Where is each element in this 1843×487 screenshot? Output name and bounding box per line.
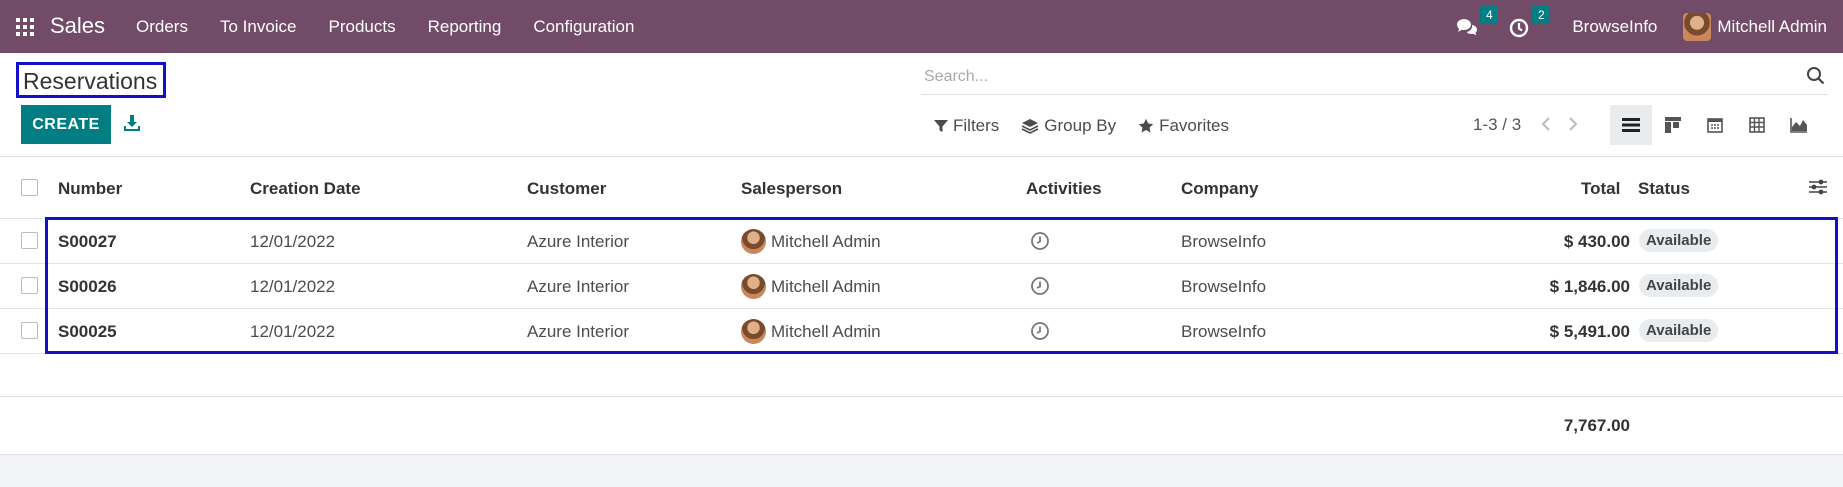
row-company: BrowseInfo — [1181, 232, 1267, 251]
apps-grid-icon[interactable] — [16, 18, 34, 36]
row-total: $ 5,491.00 — [1549, 322, 1630, 341]
row-checkbox[interactable] — [21, 322, 38, 339]
group-by-label: Group By — [1044, 116, 1117, 135]
salesperson-avatar — [741, 319, 766, 344]
row-number: S00025 — [58, 322, 117, 341]
view-switcher — [1610, 105, 1820, 145]
row-total: $ 430.00 — [1563, 232, 1630, 251]
status-badge: Available — [1639, 274, 1719, 297]
column-activities[interactable]: Activities — [1026, 179, 1102, 199]
activity-clock-icon[interactable] — [1030, 276, 1050, 296]
row-customer: Azure Interior — [527, 322, 630, 341]
menu-configuration[interactable]: Configuration — [533, 17, 634, 37]
create-button[interactable]: CREATE — [21, 105, 111, 144]
app-name[interactable]: Sales — [50, 13, 105, 39]
pivot-table-icon — [1749, 117, 1765, 133]
activities-clock-icon[interactable]: 2 — [1508, 5, 1551, 38]
breadcrumb: Reservations — [16, 62, 166, 98]
column-customer[interactable]: Customer — [527, 179, 606, 199]
column-company[interactable]: Company — [1181, 179, 1258, 199]
status-badge: Available — [1639, 319, 1719, 342]
column-status[interactable]: Status — [1638, 179, 1690, 199]
optional-columns-icon[interactable] — [1808, 178, 1828, 196]
column-salesperson[interactable]: Salesperson — [741, 179, 842, 199]
calendar-view-button[interactable] — [1694, 105, 1736, 145]
messages-badge: 4 — [1480, 5, 1499, 24]
user-avatar — [1683, 12, 1712, 41]
sum-total: 7,767.00 — [1563, 416, 1630, 435]
row-number: S00026 — [58, 277, 117, 296]
status-badge: Available — [1639, 229, 1719, 252]
row-company: BrowseInfo — [1181, 277, 1267, 296]
menu-reporting[interactable]: Reporting — [428, 17, 502, 37]
salesperson-avatar — [741, 274, 766, 299]
row-creation-date: 12/01/2022 — [250, 232, 336, 251]
salesperson-avatar — [741, 229, 766, 254]
pager-value[interactable]: 1-3 / 3 — [1473, 115, 1521, 135]
row-creation-date: 12/01/2022 — [250, 322, 336, 341]
row-salesperson: Mitchell Admin — [771, 232, 881, 251]
row-customer: Azure Interior — [527, 232, 630, 251]
search-input[interactable] — [924, 64, 1784, 90]
user-menu[interactable]: Mitchell Admin — [1683, 12, 1827, 41]
area-chart-icon — [1790, 118, 1807, 133]
table-row[interactable]: S00026 12/01/2022 Azure Interior Mitchel… — [0, 264, 1843, 309]
row-customer: Azure Interior — [527, 277, 630, 296]
main-menu: Orders To Invoice Products Reporting Con… — [136, 17, 666, 37]
pager-next-icon[interactable] — [1565, 115, 1581, 133]
row-creation-date: 12/01/2022 — [250, 277, 336, 296]
activities-badge: 2 — [1532, 5, 1551, 24]
menu-orders[interactable]: Orders — [136, 17, 188, 37]
download-icon[interactable] — [122, 113, 142, 133]
kanban-view-icon — [1665, 117, 1681, 133]
search-icon[interactable] — [1806, 66, 1826, 86]
menu-to-invoice[interactable]: To Invoice — [220, 17, 297, 37]
row-checkbox[interactable] — [21, 277, 38, 294]
row-number: S00027 — [58, 232, 117, 251]
table-row[interactable]: S00027 12/01/2022 Azure Interior Mitchel… — [0, 219, 1843, 264]
graph-view-button[interactable] — [1778, 105, 1820, 145]
search-panel-toggles: Filters Group By Favorites — [934, 116, 1251, 136]
group-by-button[interactable]: Group By — [1021, 116, 1116, 136]
control-panel-divider — [0, 156, 1843, 157]
favorites-button[interactable]: Favorites — [1138, 116, 1229, 136]
list-view-button[interactable] — [1610, 105, 1652, 145]
filter-icon — [934, 120, 948, 132]
messages-icon[interactable]: 4 — [1456, 5, 1499, 38]
footer-divider — [0, 396, 1843, 397]
pivot-view-button[interactable] — [1736, 105, 1778, 145]
column-number[interactable]: Number — [58, 179, 122, 199]
list-view-icon — [1622, 118, 1640, 132]
table-header: Number Creation Date Customer Salesperso… — [0, 168, 1843, 210]
row-salesperson: Mitchell Admin — [771, 277, 881, 296]
systray: 4 2 BrowseInfo Mitchell Admin — [1456, 0, 1827, 53]
pager-previous-icon[interactable] — [1538, 115, 1554, 133]
kanban-view-button[interactable] — [1652, 105, 1694, 145]
favorites-label: Favorites — [1159, 116, 1230, 135]
layers-icon — [1021, 119, 1039, 134]
filters-label: Filters — [953, 116, 1000, 135]
company-switcher[interactable]: BrowseInfo — [1572, 17, 1657, 37]
select-all-checkbox[interactable] — [21, 179, 38, 196]
activity-clock-icon[interactable] — [1030, 231, 1050, 251]
user-name: Mitchell Admin — [1717, 16, 1827, 36]
table-row[interactable]: S00025 12/01/2022 Azure Interior Mitchel… — [0, 309, 1843, 354]
menu-products[interactable]: Products — [329, 17, 396, 37]
row-checkbox[interactable] — [21, 232, 38, 249]
filters-button[interactable]: Filters — [934, 116, 999, 136]
row-salesperson: Mitchell Admin — [771, 322, 881, 341]
activity-clock-icon[interactable] — [1030, 321, 1050, 341]
column-creation-date[interactable]: Creation Date — [250, 179, 361, 199]
row-company: BrowseInfo — [1181, 322, 1267, 341]
calendar-view-icon — [1707, 118, 1723, 133]
column-total[interactable]: Total — [1581, 179, 1620, 199]
top-navbar: Sales Orders To Invoice Products Reporti… — [0, 0, 1843, 53]
footer-background — [0, 454, 1843, 487]
row-total: $ 1,846.00 — [1549, 277, 1630, 296]
search-bar — [921, 60, 1828, 95]
star-icon — [1138, 118, 1154, 133]
